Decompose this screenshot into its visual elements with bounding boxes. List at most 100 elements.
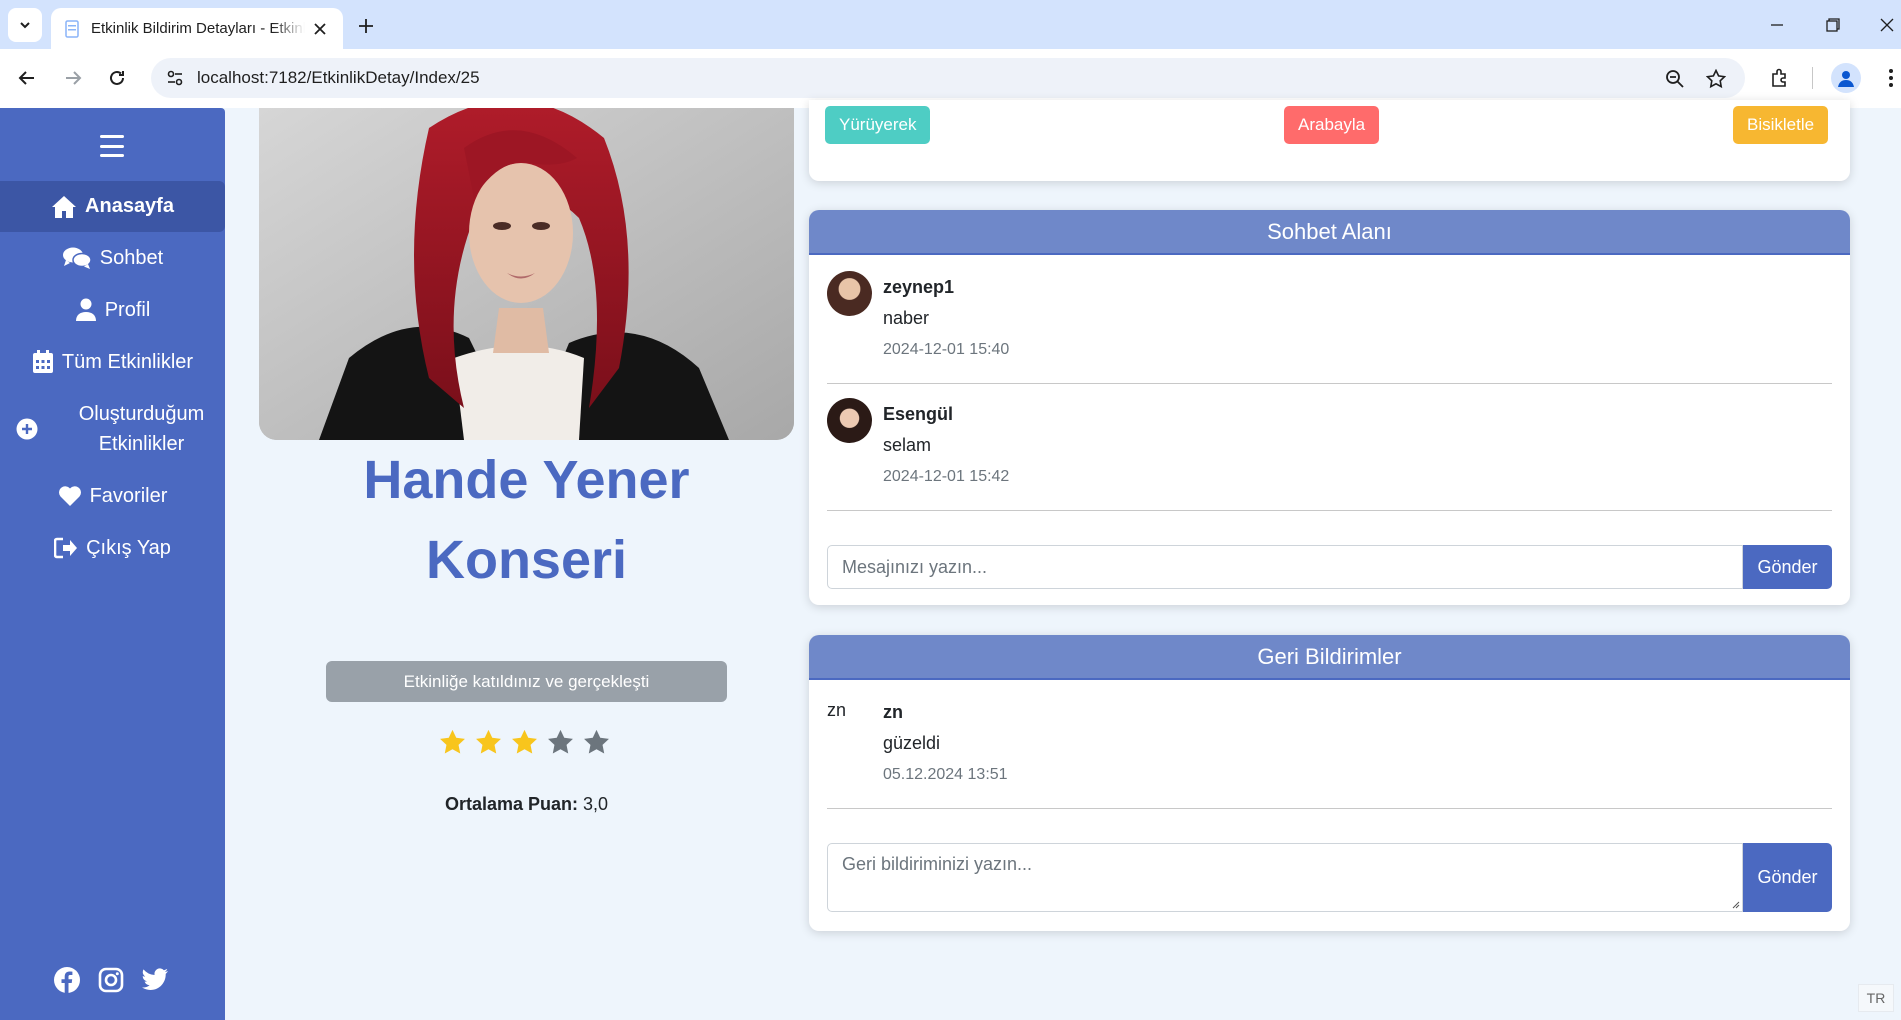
- tab-search-button[interactable]: [8, 8, 42, 42]
- sidebar-item-tum-etkinlikler[interactable]: Tüm Etkinlikler: [0, 336, 225, 388]
- user-icon: [75, 298, 96, 321]
- rating-stars[interactable]: [438, 728, 611, 757]
- extensions-icon[interactable]: [1765, 63, 1795, 93]
- heart-icon: [58, 486, 81, 506]
- chat-message: zeynep1 naber 2024-12-01 15:40: [827, 257, 1832, 384]
- sidebar-item-label: Favoriler: [89, 484, 168, 507]
- chat-card-title: Sohbet Alanı: [809, 210, 1850, 255]
- chat-message-input[interactable]: Mesajınızı yazın...: [827, 545, 1743, 589]
- reload-icon: [110, 70, 124, 85]
- arrow-right-icon: [66, 71, 82, 85]
- sidebar-item-label: Tüm Etkinlikler: [61, 350, 194, 373]
- message-username: Esengül: [883, 404, 954, 424]
- minimize-icon: [1771, 24, 1783, 26]
- reload-button[interactable]: [102, 63, 132, 93]
- restore-button[interactable]: [1818, 10, 1848, 40]
- chat-message: Esengül selam 2024-12-01 15:42: [827, 384, 1832, 511]
- profile-avatar-button[interactable]: [1831, 63, 1861, 93]
- bookmark-star-icon[interactable]: [1703, 66, 1729, 92]
- average-rating: Ortalama Puan: 3,0: [259, 794, 794, 815]
- star-empty-icon[interactable]: [546, 728, 575, 757]
- site-info-icon[interactable]: [161, 64, 189, 92]
- page-favicon-icon: [65, 19, 79, 38]
- star-filled-icon[interactable]: [474, 728, 503, 757]
- chat-send-button[interactable]: Gönder: [1743, 545, 1832, 589]
- feedback-send-button[interactable]: Gönder: [1743, 843, 1832, 912]
- sidebar-item-olusturdugum-etkinlikler[interactable]: Oluşturduğum Etkinlikler: [0, 388, 225, 470]
- instagram-icon[interactable]: [97, 966, 125, 994]
- sidebar-item-anasayfa[interactable]: Anasayfa: [0, 181, 225, 232]
- message-username: zeynep1: [883, 277, 955, 297]
- zoom-icon[interactable]: [1662, 66, 1688, 92]
- tab-title: Etkinlik Bildirim Detayları - Etkinlik: [91, 20, 305, 37]
- feedback-username: zn: [883, 702, 903, 722]
- average-rating-value: 3,0: [583, 794, 609, 814]
- car-button[interactable]: Arabayla: [1284, 106, 1380, 144]
- close-window-button[interactable]: [1872, 10, 1901, 40]
- event-title-line2: Konseri: [425, 530, 628, 590]
- sidebar-item-label: Anasayfa: [85, 195, 174, 217]
- arrow-left-icon: [18, 71, 34, 85]
- walk-button[interactable]: Yürüyerek: [825, 106, 931, 144]
- back-button[interactable]: [12, 63, 42, 93]
- user-avatar: [827, 271, 872, 316]
- message-text: selam: [883, 435, 932, 455]
- facebook-icon[interactable]: [53, 966, 81, 994]
- user-avatar: [827, 398, 872, 443]
- feedback-input-row: Geri bildiriminizi yazın... Gönder: [827, 843, 1832, 912]
- chat-card: Sohbet Alanı zeynep1 naber 2024-12-01 15…: [809, 210, 1850, 605]
- sidebar-item-profil[interactable]: Profil: [0, 284, 225, 336]
- close-icon: [1880, 18, 1894, 32]
- logout-icon: [54, 537, 78, 559]
- tab-close-icon[interactable]: [309, 18, 331, 40]
- hamburger-menu-icon[interactable]: [96, 132, 128, 160]
- sidebar-item-label: Sohbet: [99, 246, 164, 269]
- feedback-text: güzeldi: [883, 733, 941, 753]
- feedback-placeholder: Geri bildiriminizi yazın...: [842, 854, 1033, 874]
- event-image: [259, 108, 794, 440]
- artist-photo: [259, 108, 794, 440]
- address-bar[interactable]: localhost:7182/EtkinlikDetay/Index/25: [151, 58, 1745, 98]
- feedback-time: 05.12.2024 13:51: [883, 766, 1008, 783]
- sidebar-item-label: Oluşturduğum Etkinlikler: [78, 403, 205, 455]
- feedback-item: zn zn güzeldi 05.12.2024 13:51: [827, 682, 1832, 809]
- forward-button[interactable]: [58, 63, 88, 93]
- participation-status-button[interactable]: Etkinliğe katıldınız ve gerçekleşti: [326, 661, 727, 702]
- sidebar: Anasayfa Sohbet Profil Tüm Etkinlikler O…: [0, 108, 225, 1020]
- social-links: [53, 966, 169, 994]
- twitter-icon[interactable]: [141, 966, 169, 994]
- browser-tab-active[interactable]: Etkinlik Bildirim Detayları - Etkinlik: [51, 8, 343, 49]
- sidebar-item-label: Profil: [104, 298, 151, 321]
- new-tab-button[interactable]: [352, 12, 380, 40]
- sidebar-item-label: Çıkış Yap: [86, 536, 171, 559]
- url-text: localhost:7182/EtkinlikDetay/Index/25: [197, 68, 480, 87]
- home-icon: [52, 195, 77, 218]
- sidebar-item-cikis-yap[interactable]: Çıkış Yap: [0, 522, 225, 574]
- resize-grip-icon[interactable]: [1730, 899, 1740, 909]
- feedback-textarea[interactable]: Geri bildiriminizi yazın...: [827, 843, 1743, 912]
- plus-circle-icon: [16, 418, 38, 440]
- restore-icon: [1826, 18, 1840, 32]
- average-rating-label: Ortalama Puan:: [444, 794, 578, 814]
- minimize-button[interactable]: [1762, 10, 1792, 40]
- broken-avatar-image: zn: [827, 700, 847, 720]
- browser-tabstrip: Etkinlik Bildirim Detayları - Etkinlik: [0, 0, 1901, 49]
- calendar-icon: [32, 350, 53, 373]
- toolbar-separator: [1812, 67, 1813, 89]
- comments-icon: [62, 247, 92, 269]
- star-filled-icon[interactable]: [438, 728, 467, 757]
- star-empty-icon[interactable]: [582, 728, 611, 757]
- sidebar-item-favoriler[interactable]: Favoriler: [0, 470, 225, 522]
- profile-icon: [1838, 71, 1854, 87]
- event-title: Hande Yener Konseri: [259, 440, 794, 600]
- message-text: naber: [883, 308, 930, 328]
- bike-button[interactable]: Bisikletle: [1733, 106, 1829, 144]
- message-time: 2024-12-01 15:42: [883, 468, 1010, 485]
- sidebar-item-sohbet[interactable]: Sohbet: [0, 232, 225, 284]
- language-indicator[interactable]: TR: [1858, 984, 1894, 1012]
- star-filled-icon[interactable]: [510, 728, 539, 757]
- event-title-line1: Hande Yener: [363, 450, 690, 510]
- feedback-card-title: Geri Bildirimler: [809, 635, 1850, 680]
- browser-menu-icon[interactable]: [1876, 63, 1901, 93]
- chevron-down-icon: [20, 22, 30, 29]
